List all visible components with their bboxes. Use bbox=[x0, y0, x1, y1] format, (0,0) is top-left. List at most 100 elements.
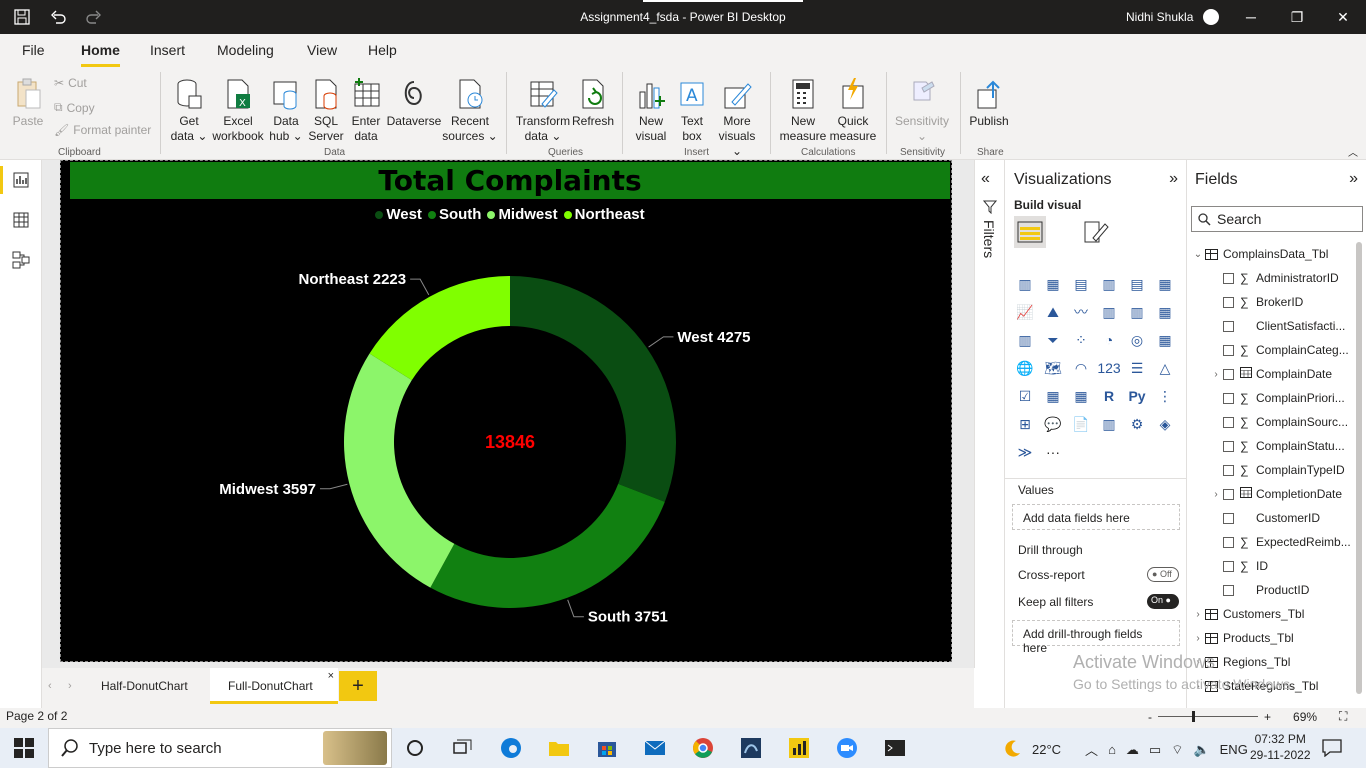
field-checkbox[interactable] bbox=[1223, 560, 1234, 572]
mail-icon[interactable] bbox=[640, 734, 670, 762]
format-painter-button[interactable]: 🖌 Format painter bbox=[54, 123, 151, 137]
drill-through-drop-zone[interactable]: Add drill-through fields here bbox=[1012, 620, 1180, 655]
model-view-button[interactable] bbox=[0, 242, 42, 278]
donut-slice-south[interactable] bbox=[430, 483, 665, 608]
start-button[interactable] bbox=[14, 738, 34, 761]
tab-view[interactable]: View bbox=[307, 42, 337, 58]
filters-label[interactable]: Filters bbox=[981, 220, 997, 258]
visual-type-icon[interactable]: ▥ bbox=[1097, 272, 1121, 296]
excel-workbook-button[interactable]: X Excel workbook bbox=[210, 76, 266, 144]
cross-report-toggle[interactable]: ● Off bbox=[1147, 567, 1179, 582]
field-item[interactable]: ClientSatisfacti... bbox=[1187, 314, 1353, 338]
zoom-out-button[interactable]: - bbox=[1148, 710, 1152, 724]
zoom-slider[interactable] bbox=[1158, 711, 1258, 722]
field-item[interactable]: CustomerID bbox=[1187, 506, 1353, 530]
enter-data-button[interactable]: Enter data bbox=[346, 76, 386, 144]
copy-button[interactable]: ⧉ Copy bbox=[54, 100, 95, 115]
chevron-right-icon[interactable]: › bbox=[1191, 609, 1205, 620]
tab-insert[interactable]: Insert bbox=[150, 42, 185, 58]
tab-home[interactable]: Home bbox=[81, 42, 120, 67]
fields-table[interactable]: › Customers_Tbl bbox=[1187, 602, 1353, 626]
field-item[interactable]: ∑ ComplainTypeID bbox=[1187, 458, 1353, 482]
field-item[interactable]: ∑ ComplainPriori... bbox=[1187, 386, 1353, 410]
visual-type-icon[interactable]: ··· bbox=[1041, 440, 1065, 464]
get-data-button[interactable]: Get data ⌄ bbox=[168, 76, 210, 144]
field-item[interactable]: ∑ ID bbox=[1187, 554, 1353, 578]
onedrive-icon[interactable]: ☁ bbox=[1126, 742, 1139, 758]
field-checkbox[interactable] bbox=[1223, 272, 1234, 284]
visual-type-icon[interactable]: ☰ bbox=[1125, 356, 1149, 380]
field-checkbox[interactable] bbox=[1223, 464, 1234, 476]
publish-button[interactable]: Publish bbox=[966, 76, 1012, 129]
legend-item-midwest[interactable]: Midwest bbox=[487, 206, 558, 223]
donut-slice-northeast[interactable] bbox=[369, 276, 510, 381]
tab-modeling[interactable]: Modeling bbox=[217, 42, 274, 58]
tab-file[interactable]: File bbox=[22, 42, 45, 58]
field-item[interactable]: ∑ BrokerID bbox=[1187, 290, 1353, 314]
donut-slice-midwest[interactable] bbox=[344, 353, 455, 588]
zoom-in-button[interactable]: + bbox=[1264, 710, 1271, 724]
terminal-icon[interactable] bbox=[880, 734, 910, 762]
field-checkbox[interactable] bbox=[1223, 536, 1234, 548]
visual-type-icon[interactable]: ▦ bbox=[1041, 272, 1065, 296]
power-bi-icon[interactable] bbox=[784, 734, 814, 762]
chevron-right-icon[interactable]: › bbox=[1209, 489, 1223, 500]
chevron-right-icon[interactable]: › bbox=[1209, 369, 1223, 380]
tray-chevron-icon[interactable]: ︿ bbox=[1085, 740, 1098, 759]
display-icon[interactable]: ▭ bbox=[1149, 742, 1161, 758]
weather-moon-icon[interactable] bbox=[1004, 739, 1022, 760]
expand-left-icon[interactable]: « bbox=[981, 170, 990, 188]
add-page-button[interactable]: + bbox=[339, 671, 377, 701]
sql-server-button[interactable]: SQL Server bbox=[306, 76, 346, 144]
field-item[interactable]: ∑ ComplainSourc... bbox=[1187, 410, 1353, 434]
visual-type-icon[interactable]: ⚙ bbox=[1125, 412, 1149, 436]
report-view-button[interactable] bbox=[0, 162, 42, 198]
field-item[interactable]: › ComplainDate bbox=[1187, 362, 1353, 386]
meet-now-icon[interactable]: ⌂ bbox=[1108, 742, 1116, 757]
field-checkbox[interactable] bbox=[1223, 512, 1234, 524]
minimize-icon[interactable]: ─ bbox=[1228, 0, 1274, 34]
visual-type-icon[interactable]: 🗺 bbox=[1041, 356, 1065, 380]
field-item[interactable]: ∑ ComplainStatu... bbox=[1187, 434, 1353, 458]
dataverse-button[interactable]: Dataverse bbox=[386, 76, 442, 129]
field-item[interactable]: ∑ ComplainCateg... bbox=[1187, 338, 1353, 362]
visual-type-icon[interactable]: ▥ bbox=[1125, 300, 1149, 324]
visual-type-icon[interactable]: ⋮ bbox=[1153, 384, 1177, 408]
tab-help[interactable]: Help bbox=[368, 42, 397, 58]
mysql-workbench-icon[interactable] bbox=[736, 734, 766, 762]
text-box-button[interactable]: A Text box bbox=[672, 76, 712, 144]
field-checkbox[interactable] bbox=[1223, 488, 1234, 500]
edge-icon[interactable] bbox=[496, 734, 526, 762]
close-icon[interactable]: ✕ bbox=[1320, 0, 1366, 34]
fields-search-input[interactable]: Search bbox=[1191, 206, 1363, 232]
wifi-icon[interactable]: ⌔ bbox=[1171, 742, 1183, 758]
chrome-icon[interactable] bbox=[688, 734, 718, 762]
refresh-button[interactable]: Refresh bbox=[572, 76, 614, 129]
cortana-icon[interactable] bbox=[400, 734, 430, 762]
new-visual-button[interactable]: New visual bbox=[630, 76, 672, 144]
visual-type-icon[interactable]: ⊞ bbox=[1013, 412, 1037, 436]
visual-type-icon[interactable]: 💬 bbox=[1041, 412, 1065, 436]
field-checkbox[interactable] bbox=[1223, 368, 1234, 380]
weather-temperature[interactable]: 22°C bbox=[1032, 742, 1061, 757]
language-indicator[interactable]: ENG bbox=[1220, 742, 1248, 757]
field-checkbox[interactable] bbox=[1223, 416, 1234, 428]
prev-page-icon[interactable]: ‹ bbox=[48, 680, 52, 692]
legend-item-west[interactable]: West bbox=[375, 206, 422, 223]
table-view-button[interactable] bbox=[0, 202, 42, 238]
collapse-pane-icon[interactable]: » bbox=[1169, 170, 1178, 188]
taskbar-search-input[interactable]: Type here to search bbox=[48, 728, 392, 768]
visual-type-icon[interactable]: 📄 bbox=[1069, 412, 1093, 436]
volume-icon[interactable]: 🔈 bbox=[1193, 742, 1209, 758]
visual-type-icon[interactable]: ☑ bbox=[1013, 384, 1037, 408]
restore-icon[interactable]: ❐ bbox=[1274, 0, 1320, 34]
close-page-icon[interactable]: × bbox=[328, 670, 334, 682]
page-tab-full-donut[interactable]: Full-DonutChart × bbox=[210, 668, 338, 704]
data-hub-button[interactable]: Data hub ⌄ bbox=[266, 76, 306, 144]
visual-type-icon[interactable]: ◈ bbox=[1153, 412, 1177, 436]
visual-type-icon[interactable]: ⁘ bbox=[1069, 328, 1093, 352]
field-item[interactable]: › CompletionDate bbox=[1187, 482, 1353, 506]
legend-item-south[interactable]: South bbox=[427, 206, 481, 223]
field-item[interactable]: ∑ AdministratorID bbox=[1187, 266, 1353, 290]
visual-type-icon[interactable]: ≫ bbox=[1013, 440, 1037, 464]
